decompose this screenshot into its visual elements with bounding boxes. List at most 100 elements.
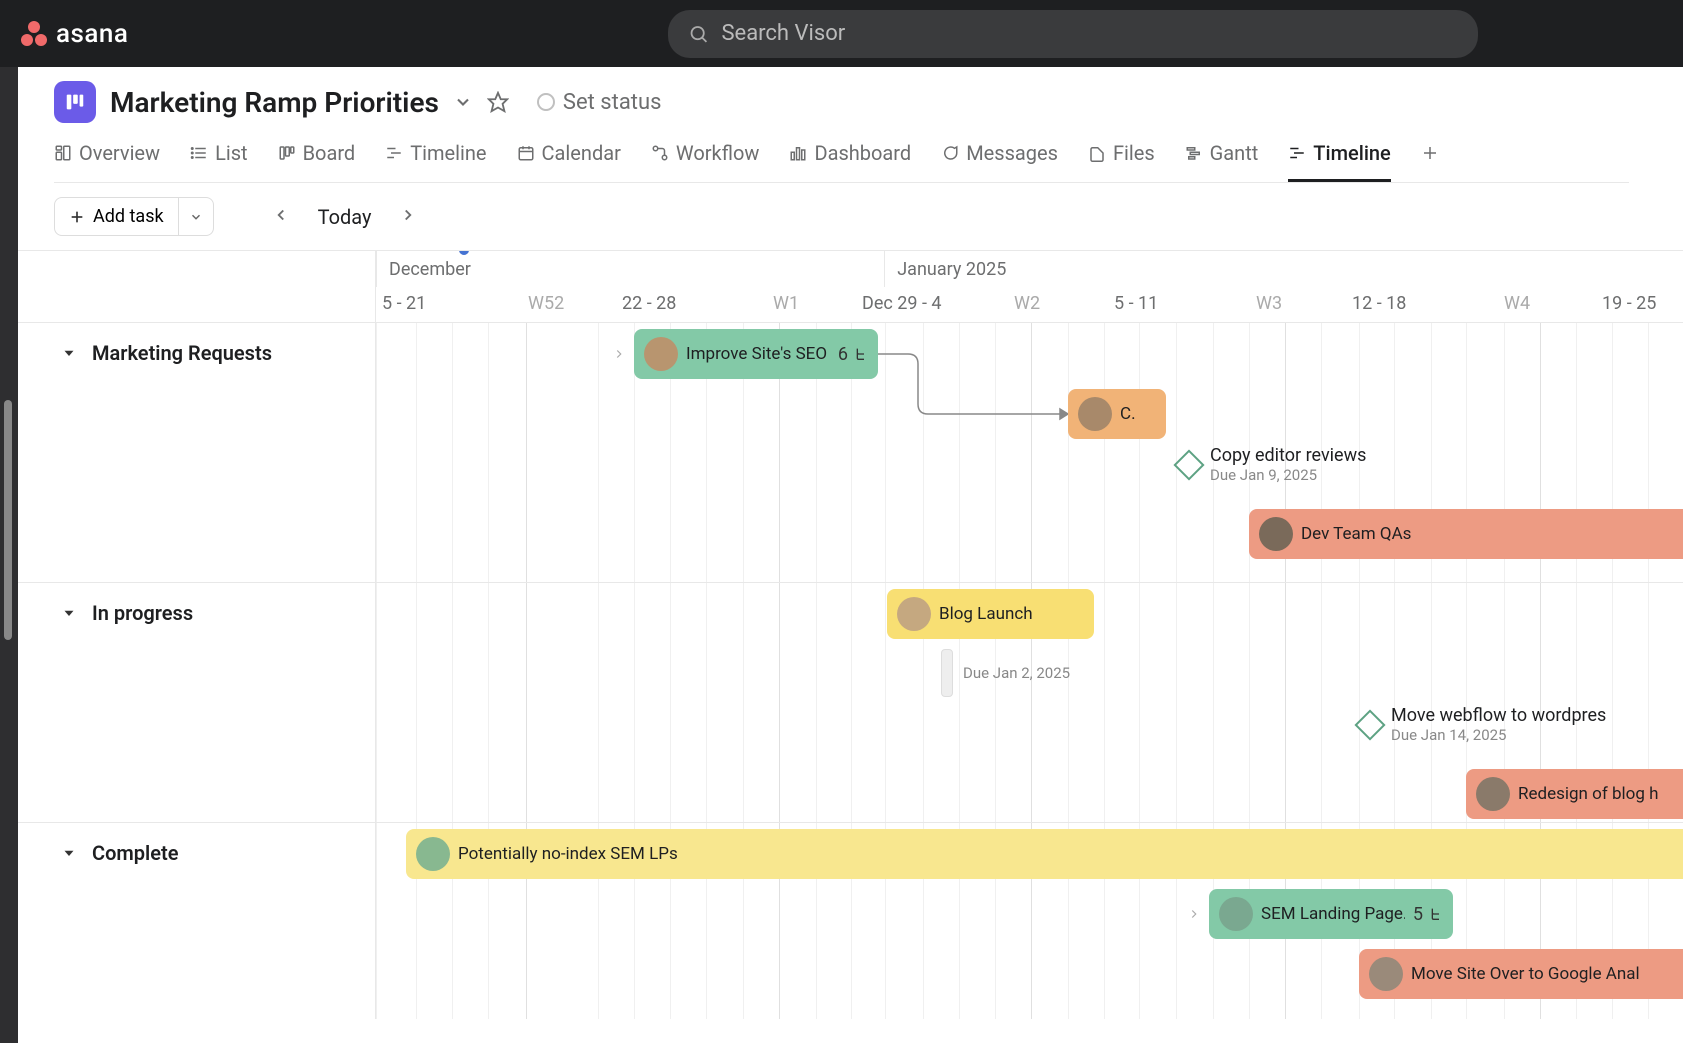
plus-icon — [1421, 144, 1439, 162]
month-label: December — [376, 251, 884, 287]
task-bar[interactable]: Improve Site's SEO /…6 — [634, 329, 878, 379]
week-range-label: 5 - 21 — [376, 287, 426, 320]
tab-gantt[interactable]: Gantt — [1185, 141, 1259, 182]
dashboard-icon — [789, 144, 807, 162]
board-icon — [64, 91, 86, 113]
avatar — [1219, 897, 1253, 931]
week-number-label: W2 — [1014, 293, 1040, 314]
week-range-label: 12 - 18 — [1346, 287, 1406, 320]
timeline-sidebar: Marketing Requests In progress Complete — [0, 251, 376, 1019]
week-range-label: Dec 29 - 4 — [856, 287, 942, 320]
section-header[interactable]: Complete — [0, 823, 375, 883]
task-bar[interactable]: Dev Team QAs — [1249, 509, 1683, 559]
task-bar[interactable]: C. — [1068, 389, 1166, 439]
expand-right-icon[interactable] — [1187, 907, 1201, 921]
add-tab-button[interactable] — [1421, 141, 1439, 182]
star-icon[interactable] — [487, 91, 509, 113]
task-label: Blog Launch — [939, 604, 1033, 624]
tab-timeline1[interactable]: Timeline — [385, 141, 486, 182]
project-icon[interactable] — [54, 81, 96, 123]
milestone-due: Due Jan 9, 2025 — [1210, 466, 1366, 484]
tab-calendar[interactable]: Calendar — [517, 141, 621, 182]
prev-period-button[interactable] — [268, 202, 294, 232]
tab-list[interactable]: List — [190, 141, 248, 182]
today-button[interactable]: Today — [306, 205, 384, 229]
add-task-button[interactable]: Add task — [54, 197, 179, 236]
tab-timeline2[interactable]: Timeline — [1288, 141, 1390, 182]
avatar — [416, 837, 450, 871]
avatar — [1259, 517, 1293, 551]
task-handle[interactable] — [941, 649, 953, 697]
task-small[interactable]: Due Jan 2, 2025 — [941, 649, 1070, 697]
gantt-section: Blog Launch Due Jan 2, 2025 Move webflow… — [376, 583, 1683, 823]
set-status-button[interactable]: Set status — [537, 90, 662, 115]
week-number-label: W4 — [1504, 293, 1530, 314]
gantt-section: Potentially no-index SEM LPs SEM Landing … — [376, 823, 1683, 1019]
expand-left-icon[interactable] — [612, 347, 626, 361]
avatar — [1476, 777, 1510, 811]
task-label: Dev Team QAs — [1301, 524, 1411, 544]
section-name: Complete — [92, 841, 178, 865]
chevron-down-icon — [189, 210, 203, 224]
next-period-button[interactable] — [395, 202, 421, 232]
task-label: Move Site Over to Google Anal — [1411, 964, 1640, 984]
tab-workflow[interactable]: Workflow — [651, 141, 760, 182]
section-header[interactable]: In progress — [0, 583, 375, 643]
tab-overview[interactable]: Overview — [54, 141, 160, 182]
task-label: SEM Landing Page… — [1261, 904, 1405, 924]
project-menu-chevron-icon[interactable] — [453, 92, 473, 112]
tab-files[interactable]: Files — [1088, 141, 1155, 182]
project-header: Marketing Ramp Priorities Set status Ove… — [0, 67, 1683, 183]
diamond-icon — [1354, 709, 1385, 740]
workflow-icon — [651, 144, 669, 162]
calendar-icon — [517, 144, 535, 162]
timeline-container: Marketing Requests In progress Complete … — [0, 251, 1683, 1019]
month-label: January 2025 — [884, 251, 1683, 287]
add-task-dropdown[interactable] — [179, 197, 214, 236]
task-bar[interactable]: SEM Landing Page… 5 — [1209, 889, 1453, 939]
timeline-icon — [385, 144, 403, 162]
gantt-area[interactable]: DecemberJanuary 2025 5 - 21W5222 - 28W1D… — [376, 251, 1683, 1019]
vertical-scrollbar[interactable] — [4, 400, 12, 640]
gantt-body: Improve Site's SEO /…6 C. Copy editor rev… — [376, 323, 1683, 1019]
search-bar[interactable] — [668, 10, 1478, 58]
task-due: Due Jan 2, 2025 — [963, 664, 1070, 682]
task-bar[interactable]: Redesign of blog h — [1466, 769, 1683, 819]
section-name: In progress — [92, 601, 193, 625]
week-range-label: 5 - 11 — [1108, 287, 1158, 320]
milestone-title: Move webflow to wordpres — [1391, 705, 1606, 726]
time-header: DecemberJanuary 2025 5 - 21W5222 - 28W1D… — [376, 251, 1683, 323]
milestone[interactable]: Move webflow to wordpres Due Jan 14, 202… — [1359, 705, 1606, 744]
search-icon — [688, 23, 709, 45]
week-range-label: 19 - 25 — [1596, 287, 1656, 320]
week-number-label: W3 — [1256, 293, 1282, 314]
chevron-left-icon — [272, 206, 290, 224]
task-bar[interactable]: Blog Launch — [887, 589, 1094, 639]
week-range-label: 22 - 28 — [616, 287, 676, 320]
overview-icon — [54, 144, 72, 162]
subtask-icon — [1427, 906, 1443, 922]
search-input[interactable] — [721, 21, 1458, 46]
subtask-icon — [852, 346, 868, 362]
avatar — [1078, 397, 1112, 431]
avatar — [1369, 957, 1403, 991]
tab-board[interactable]: Board — [278, 141, 356, 182]
plus-icon — [69, 209, 85, 225]
asana-logo[interactable]: asana — [18, 18, 128, 50]
board-icon — [278, 144, 296, 162]
project-title: Marketing Ramp Priorities — [110, 86, 439, 119]
task-label: C. — [1120, 404, 1136, 424]
tab-messages[interactable]: Messages — [941, 141, 1058, 182]
task-bar[interactable]: Potentially no-index SEM LPs — [406, 829, 1683, 879]
subtask-count: 5 — [1413, 904, 1443, 925]
tab-dashboard[interactable]: Dashboard — [789, 141, 911, 182]
week-number-label: W1 — [773, 293, 799, 314]
milestone[interactable]: Copy editor reviews Due Jan 9, 2025 — [1178, 445, 1366, 484]
timeline-toolbar: Add task Today — [0, 183, 1683, 251]
chevron-down-icon — [60, 604, 78, 622]
task-label: Improve Site's SEO /… — [686, 344, 830, 364]
milestone-due: Due Jan 14, 2025 — [1391, 726, 1606, 744]
section-header[interactable]: Marketing Requests — [0, 323, 375, 383]
task-label: Potentially no-index SEM LPs — [458, 844, 678, 864]
task-bar[interactable]: Move Site Over to Google Anal — [1359, 949, 1683, 999]
